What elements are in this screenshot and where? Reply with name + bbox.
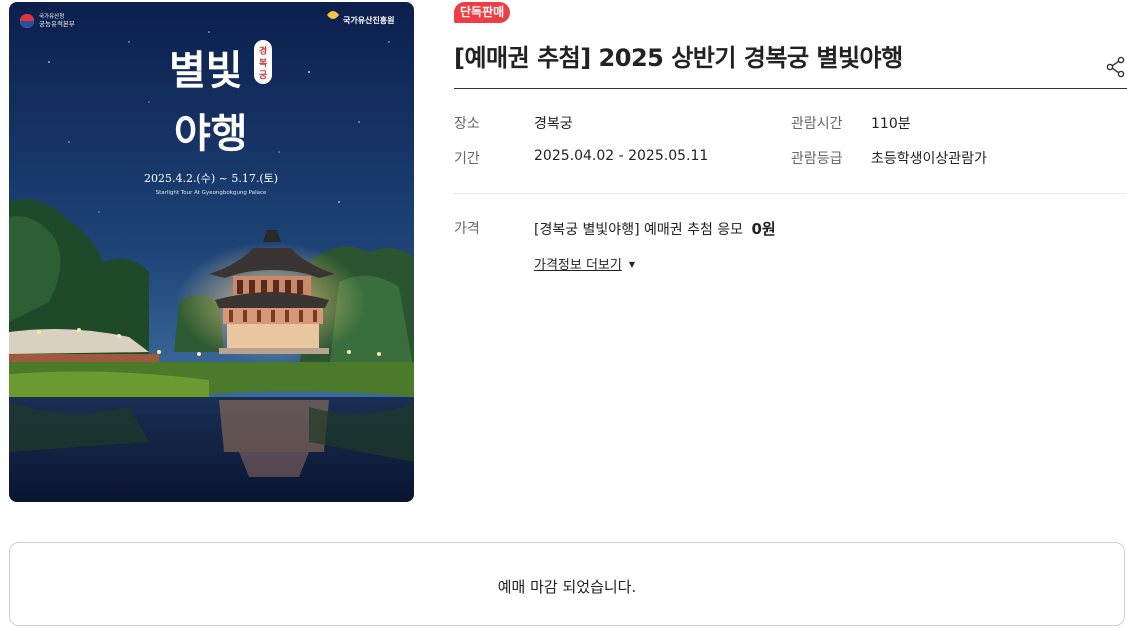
price-info-more-link[interactable]: 가격정보 더보기 ▼ [534, 254, 635, 273]
price-amount: 0원 [751, 220, 776, 238]
rating-value: 초등학생이상관람가 [871, 151, 987, 167]
booking-status-box: 예매 마감 되었습니다. [9, 542, 1125, 626]
svg-text:국가유산청: 국가유산청 [39, 12, 64, 20]
period-label: 기간 [454, 151, 480, 167]
svg-text:복: 복 [259, 58, 267, 69]
poster-org-left: 궁능유적본부 [39, 20, 75, 28]
rating-label: 관람등급 [791, 151, 843, 167]
poster-artwork: 국가유산청 궁능유적본부 국가유산진흥원 별빛 야행 경 복 궁 2025.4.… [9, 2, 414, 502]
runtime-label: 관람시간 [791, 116, 843, 132]
place-value: 경복궁 [534, 116, 573, 132]
place-label: 장소 [454, 116, 480, 132]
svg-text:궁: 궁 [259, 70, 268, 81]
exclusive-sale-badge: 단독판매 [454, 2, 511, 23]
svg-text:경: 경 [259, 45, 267, 57]
runtime-value: 110분 [871, 116, 911, 132]
price-line: [경복궁 별빛야행] 예매권 추첨 응모 0원 [534, 218, 776, 239]
caret-down-icon: ▼ [628, 260, 636, 269]
booking-closed-message: 예매 마감 되었습니다. [497, 578, 637, 596]
period-value: 2025.04.02 - 2025.05.11 [534, 148, 709, 164]
share-icon [1106, 56, 1125, 78]
poster-subtitle: Starlight Tour At Gyeongbokgung Palace [156, 190, 267, 196]
price-item: [경복궁 별빛야행] 예매권 추첨 응모 [534, 222, 744, 238]
price-label: 가격 [454, 221, 480, 237]
poster-title-line2: 야행 [174, 110, 248, 157]
poster-date: 2025.4.2.(수) ~ 5.17.(토) [144, 172, 278, 185]
product-title: [예매권 추첨] 2025 상반기 경복궁 별빛야행 [454, 44, 903, 72]
share-button[interactable] [1105, 56, 1127, 78]
poster-image: 국가유산청 궁능유적본부 국가유산진흥원 별빛 야행 경 복 궁 2025.4.… [9, 2, 414, 502]
price-info-more-label: 가격정보 더보기 [534, 258, 622, 273]
poster-title-line1: 별빛 [169, 47, 243, 94]
title-divider [454, 88, 1127, 89]
poster-org-right: 국가유산진흥원 [343, 15, 395, 25]
info-divider [454, 193, 1127, 194]
